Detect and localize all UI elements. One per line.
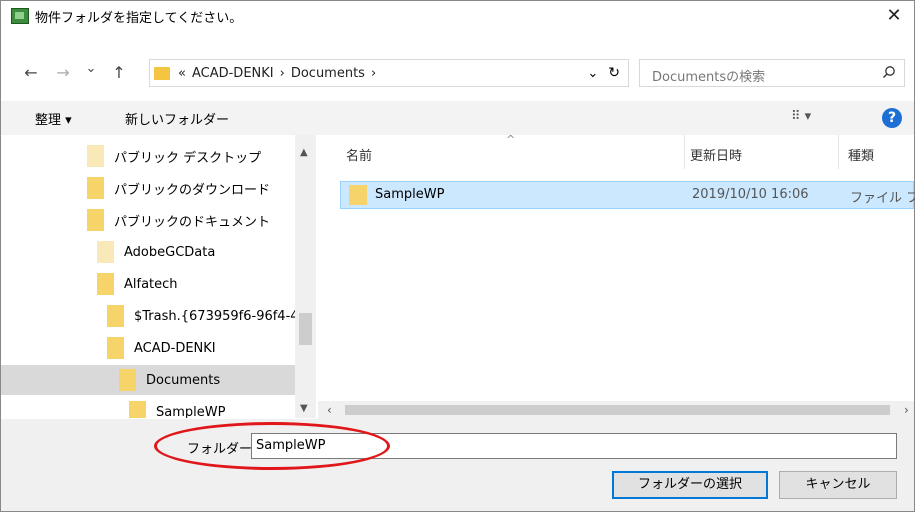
folder-icon — [87, 177, 104, 199]
tree-item-label: パブリックのダウンロード — [114, 182, 271, 198]
folder-icon — [119, 369, 136, 391]
tree-item-alfatech[interactable]: Alfatech — [97, 269, 178, 299]
file-row[interactable]: SampleWP 2019/10/10 16:06 ファイル フォ — [340, 181, 915, 209]
folder-icon — [107, 305, 124, 327]
breadcrumb-acad-denki[interactable]: ACAD-DENKI — [192, 66, 274, 81]
tree-item-samplewp[interactable]: SampleWP — [129, 397, 225, 418]
folder-icon — [97, 273, 114, 295]
folder-icon — [129, 401, 146, 418]
column-header-name[interactable]: 名前 — [346, 145, 372, 164]
back-arrow-icon[interactable]: ← — [21, 63, 41, 82]
address-bar[interactable]: « ACAD-DENKI › Documents › ⌄ ↻ — [149, 59, 629, 87]
column-header-date[interactable]: 更新日時 — [690, 145, 742, 164]
scroll-left-icon[interactable]: ‹ — [327, 403, 332, 417]
column-header-type[interactable]: 種類 — [848, 145, 874, 164]
help-icon[interactable]: ? — [882, 108, 902, 128]
organize-menu[interactable]: 整理 ▾ — [35, 109, 72, 128]
tree-item-label: パブリック デスクトップ — [114, 150, 262, 166]
breadcrumb-separator-icon[interactable]: › — [371, 66, 376, 81]
recent-locations-icon[interactable]: ⌄ — [81, 61, 101, 76]
file-name: SampleWP — [375, 187, 445, 202]
tree-item-public-documents[interactable]: パブリックのドキュメント — [87, 205, 270, 235]
tree-item-public-downloads[interactable]: パブリックのダウンロード — [87, 173, 270, 203]
forward-arrow-icon[interactable]: → — [53, 63, 73, 82]
scroll-right-icon[interactable]: › — [904, 403, 909, 417]
close-icon[interactable]: ✕ — [882, 5, 906, 27]
folder-icon — [87, 145, 104, 167]
tree-item-public-desktop[interactable]: パブリック デスクトップ — [87, 141, 261, 171]
tree-item-adobegcdata[interactable]: AdobeGCData — [97, 237, 215, 267]
list-scroll-thumb[interactable] — [345, 405, 890, 415]
tree-vertical-scrollbar[interactable] — [295, 135, 316, 418]
navigation-tree: パブリック デスクトップ パブリックのダウンロード パブリックのドキュメント A… — [1, 135, 317, 418]
folder-icon — [107, 337, 124, 359]
folder-icon — [154, 66, 170, 80]
folder-icon — [87, 209, 104, 231]
file-list: 名前 ^ 更新日時 種類 SampleWP 2019/10/10 16:06 フ… — [318, 133, 915, 418]
breadcrumb-documents[interactable]: Documents — [291, 66, 365, 81]
column-divider[interactable] — [684, 135, 685, 169]
breadcrumb-overflow[interactable]: « — [178, 66, 186, 81]
window-title: 物件フォルダを指定してください。 — [35, 10, 243, 26]
tree-item-label: SampleWP — [156, 404, 226, 419]
select-folder-button[interactable]: フォルダーの選択 — [612, 471, 768, 499]
app-icon — [11, 8, 29, 24]
tree-item-documents[interactable]: Documents — [1, 365, 295, 395]
folder-icon — [349, 185, 367, 205]
up-arrow-icon[interactable]: ↑ — [109, 63, 129, 82]
tree-item-label: パブリックのドキュメント — [114, 214, 271, 230]
address-dropdown-icon[interactable]: ⌄ — [587, 66, 598, 81]
refresh-icon[interactable]: ↻ — [608, 65, 620, 81]
column-divider[interactable] — [838, 135, 839, 169]
view-options-icon[interactable]: ⠿ ▾ — [791, 109, 811, 124]
search-input[interactable]: Documentsの検索 — [639, 59, 905, 87]
annotation-highlight — [154, 422, 390, 470]
scroll-up-icon[interactable]: ▲ — [300, 147, 308, 158]
folder-icon — [97, 241, 114, 263]
tree-item-acad-denki[interactable]: ACAD-DENKI — [107, 333, 216, 363]
breadcrumb-separator-icon[interactable]: › — [280, 66, 285, 81]
tree-item-label: $Trash.{673959f6-96f4-4 — [134, 308, 299, 324]
search-icon[interactable] — [882, 65, 896, 79]
cancel-button[interactable]: キャンセル — [779, 471, 897, 499]
tree-scroll-thumb[interactable] — [299, 313, 312, 345]
tree-item-label: AdobeGCData — [124, 244, 216, 260]
folder-picker-dialog: 物件フォルダを指定してください。 ✕ ← → ⌄ ↑ « ACAD-DENKI … — [0, 0, 915, 512]
file-type: ファイル フォ — [850, 191, 915, 206]
tree-item-label: ACAD-DENKI — [134, 340, 216, 356]
command-toolbar: 整理 ▾ 新しいフォルダー ⠿ ▾ ? — [1, 101, 914, 135]
tree-item-label: Alfatech — [124, 276, 178, 292]
tree-item-trash[interactable]: $Trash.{673959f6-96f4-4 — [107, 301, 299, 331]
new-folder-button[interactable]: 新しいフォルダー — [125, 109, 229, 128]
scroll-down-icon[interactable]: ▼ — [300, 403, 308, 414]
search-placeholder: Documentsの検索 — [652, 70, 766, 85]
file-date: 2019/10/10 16:06 — [692, 187, 809, 202]
title-bar: 物件フォルダを指定してください。 ✕ — [1, 1, 914, 31]
sort-chevron-icon: ^ — [506, 133, 516, 146]
tree-item-label: Documents — [146, 372, 221, 388]
